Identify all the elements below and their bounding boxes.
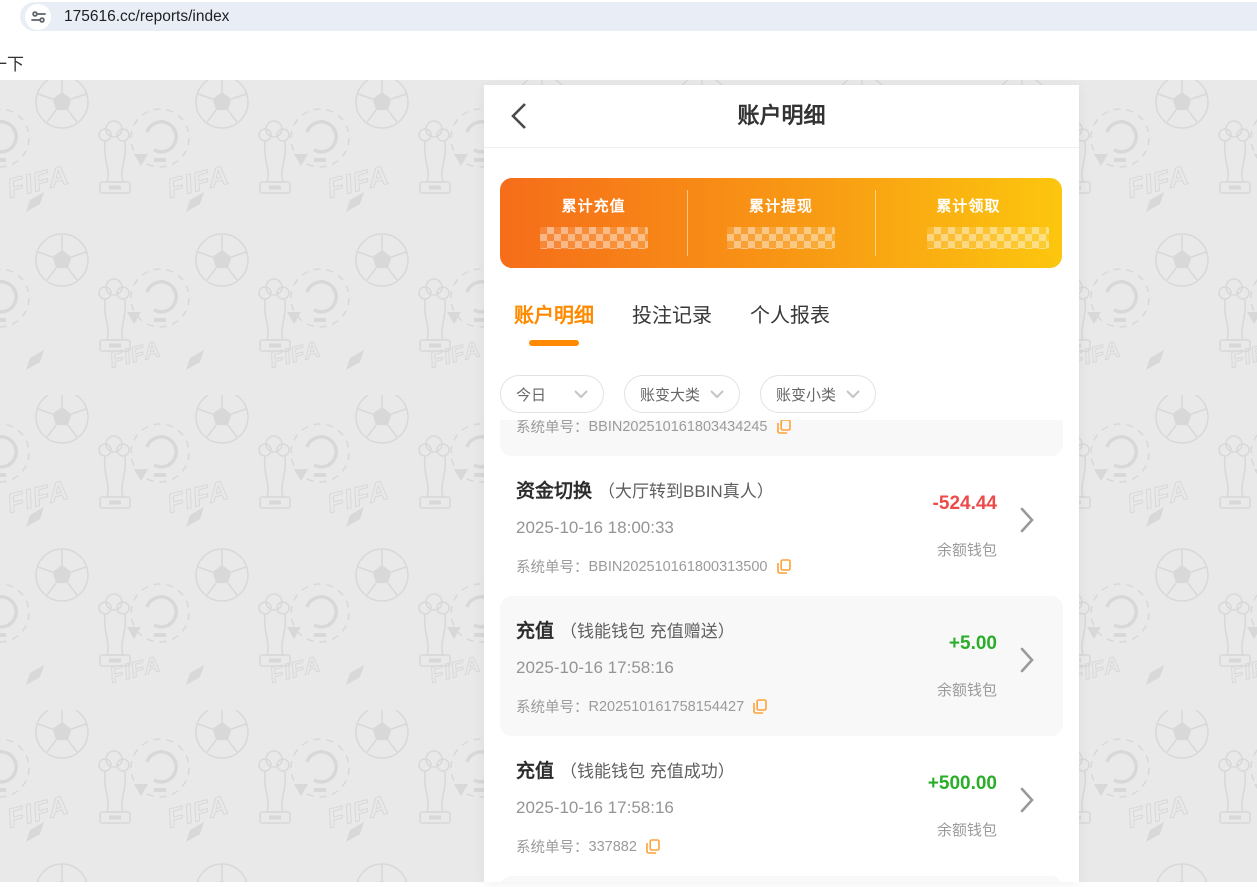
filter-label: 账变小类	[776, 384, 836, 405]
transaction-title-line: 充值 （钱能钱包 充值赠送）	[516, 616, 735, 643]
chevron-down-icon	[574, 390, 588, 398]
address-bar[interactable]: 175616.cc/reports/index	[20, 2, 1257, 31]
wallet-label: 余额钱包	[937, 539, 997, 560]
filter-bar: 今日 账变大类 账变小类	[484, 368, 1079, 420]
summary-total-withdrawal: 累计提现	[687, 178, 874, 268]
copy-button[interactable]	[753, 699, 767, 714]
blurred-value	[727, 227, 835, 249]
system-order-number: 系统单号：R202510161758154427	[516, 696, 767, 717]
system-order-number: 系统单号：BBIN202510161800313500	[516, 556, 791, 577]
order-number: 337882	[589, 839, 637, 855]
chevron-right-icon	[1020, 507, 1035, 533]
copy-button[interactable]	[646, 839, 660, 854]
chevron-right-icon	[1020, 647, 1035, 673]
copy-icon	[777, 559, 791, 574]
tab-bet-records[interactable]: 投注记录	[632, 299, 712, 346]
chevron-down-icon	[846, 390, 860, 398]
transaction-row[interactable]: 资金切换 （大厅转到BBIN真人） 2025-10-16 18:00:33 系统…	[500, 456, 1063, 596]
transaction-subtitle: （大厅转到BBIN真人）	[598, 477, 774, 502]
transaction-datetime: 2025-10-16 17:58:16	[516, 658, 674, 678]
url-text[interactable]: 175616.cc/reports/index	[64, 8, 229, 26]
account-detail-panel: 账户明细 累计充值 累计提现 累计领取 账户明细 投注记录 个人报表 今日 账变…	[484, 85, 1079, 882]
transaction-amount: +5.00	[949, 633, 997, 655]
chevron-right-icon	[1020, 787, 1035, 813]
order-number: BBIN202510161800313500	[589, 559, 768, 575]
wallet-label: 余额钱包	[937, 819, 997, 840]
blurred-value	[540, 227, 648, 249]
order-prefix: 系统单号：	[516, 420, 589, 437]
transaction-list[interactable]: 系统单号：BBIN202510161803434245 资金切换 （大厅转到BB…	[484, 420, 1079, 882]
summary-card: 累计充值 累计提现 累计领取	[500, 178, 1062, 268]
panel-header: 账户明细	[484, 85, 1079, 148]
summary-label: 累计充值	[562, 195, 626, 216]
order-number: R202510161758154427	[589, 699, 745, 715]
tab-account-detail[interactable]: 账户明细	[514, 299, 594, 346]
transaction-type: 资金切换	[516, 476, 592, 503]
chevron-down-icon	[710, 390, 724, 398]
transaction-amount: -524.44	[933, 493, 997, 515]
row-detail-button[interactable]	[1020, 787, 1035, 813]
transaction-type: 充值	[516, 616, 554, 643]
transaction-title-line: 充值 （钱能钱包 充值成功）	[516, 756, 735, 783]
transaction-title-line: 资金切换 （大厅转到BBIN真人）	[516, 476, 774, 503]
transaction-row[interactable]: 充值 （钱能钱包 充值成功） 2025-10-16 17:58:16 系统单号：…	[500, 736, 1063, 876]
transaction-amount: +500.00	[928, 773, 997, 795]
system-order-number: 系统单号：337882	[516, 836, 660, 857]
copy-icon	[777, 420, 791, 434]
copy-icon	[753, 699, 767, 714]
order-prefix: 系统单号：	[516, 836, 589, 857]
transaction-row-partial-bottom[interactable]	[500, 876, 1063, 882]
transaction-row[interactable]: 充值 （钱能钱包 充值赠送） 2025-10-16 17:58:16 系统单号：…	[500, 596, 1063, 736]
order-number: BBIN202510161803434245	[589, 420, 768, 435]
transaction-datetime: 2025-10-16 17:58:16	[516, 798, 674, 818]
page-title: 账户明细	[484, 85, 1079, 147]
copy-icon	[646, 839, 660, 854]
blurred-value	[927, 227, 1049, 249]
transaction-subtitle: （钱能钱包 充值成功）	[560, 757, 735, 782]
summary-total-claimed: 累计领取	[875, 178, 1062, 268]
summary-label: 累计领取	[936, 195, 1000, 216]
clipped-page-text: 一下	[0, 50, 24, 75]
summary-label: 累计提现	[749, 195, 813, 216]
browser-top-bar: 175616.cc/reports/index	[0, 0, 1257, 33]
transaction-datetime: 2025-10-16 18:00:33	[516, 518, 674, 538]
copy-button[interactable]	[777, 559, 791, 574]
filter-date-select[interactable]: 今日	[500, 375, 604, 413]
tune-icon	[31, 11, 46, 23]
transaction-row-partial[interactable]: 系统单号：BBIN202510161803434245	[500, 420, 1063, 456]
order-prefix: 系统单号：	[516, 696, 589, 717]
filter-label: 今日	[516, 384, 546, 405]
site-settings-button[interactable]	[25, 4, 51, 30]
filter-minor-category-select[interactable]: 账变小类	[760, 375, 876, 413]
summary-total-deposit: 累计充值	[500, 178, 687, 268]
wallet-label: 余额钱包	[937, 679, 997, 700]
row-detail-button[interactable]	[1020, 647, 1035, 673]
transaction-type: 充值	[516, 756, 554, 783]
row-detail-button[interactable]	[1020, 507, 1035, 533]
transaction-subtitle: （钱能钱包 充值赠送）	[560, 617, 735, 642]
copy-button[interactable]	[777, 420, 791, 434]
filter-major-category-select[interactable]: 账变大类	[624, 375, 740, 413]
system-order-number: 系统单号：BBIN202510161803434245	[516, 420, 791, 437]
filter-label: 账变大类	[640, 384, 700, 405]
tab-personal-report[interactable]: 个人报表	[750, 299, 830, 346]
report-tabs: 账户明细 投注记录 个人报表	[514, 299, 830, 346]
order-prefix: 系统单号：	[516, 556, 589, 577]
